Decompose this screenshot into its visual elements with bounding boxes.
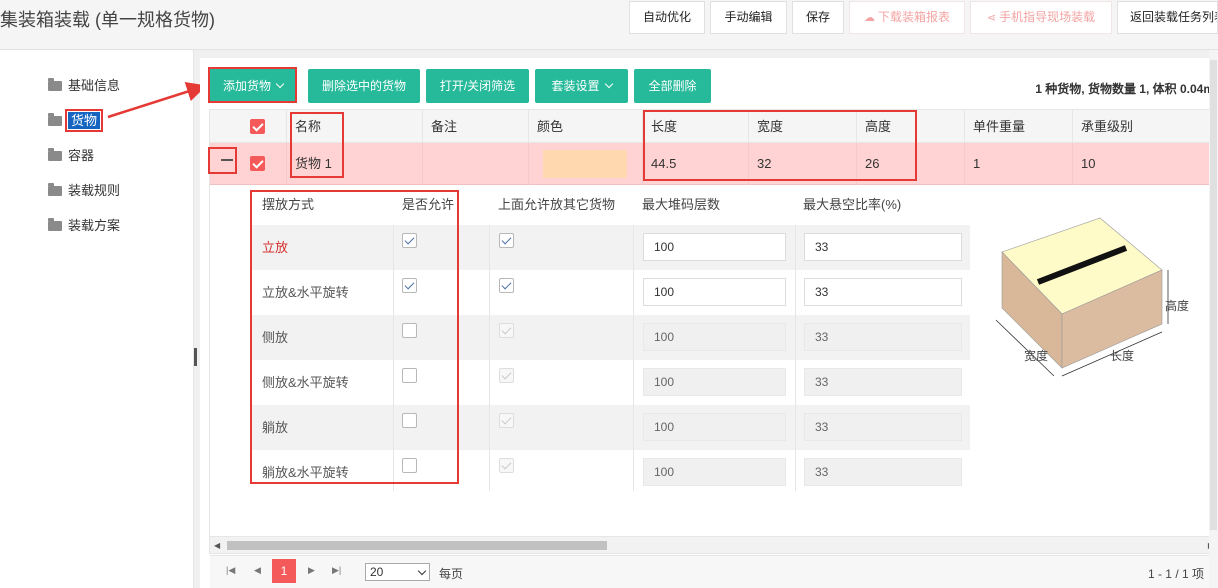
top-bar: 集装箱装载 (单一规格货物) 自动优化 手动编辑 保存 ☁ 下载装箱报表 ⋖ 手机指…	[0, 0, 1218, 50]
pager: |◀ ◀ 1 ▶ ▶| 20 每页 1 - 1 / 1 项	[210, 555, 1218, 588]
stack-on-top-checkbox[interactable]	[499, 233, 514, 248]
col-header-stack-on-top: 上面允许放其它货物	[498, 197, 616, 212]
divider	[633, 225, 634, 491]
auto-optimize-button[interactable]: 自动优化	[629, 1, 705, 34]
scrollbar-thumb[interactable]	[227, 541, 607, 550]
max-layers-input[interactable]: 100	[643, 368, 786, 396]
page-size-value: 20	[370, 565, 384, 579]
max-overhang-input[interactable]: 33	[804, 458, 962, 486]
max-layers-input[interactable]: 100	[643, 278, 786, 306]
height-label: 高度	[1165, 298, 1189, 313]
col-header-unit-weight[interactable]: 单件重量	[964, 110, 1072, 143]
page-size-select[interactable]: 20	[365, 563, 430, 581]
manual-edit-button[interactable]: 手动编辑	[710, 1, 787, 34]
back-to-task-list-button[interactable]: 返回装载任务列表	[1117, 1, 1218, 34]
chevron-down-icon	[604, 79, 613, 89]
annotation-box-name	[290, 112, 344, 178]
max-overhang-input[interactable]: 33	[804, 323, 962, 351]
scroll-left-icon[interactable]: ◀	[214, 541, 220, 550]
col-header-color[interactable]: 颜色	[528, 110, 642, 143]
share-icon: ⋖	[986, 12, 997, 24]
folder-icon	[48, 78, 62, 91]
delete-all-button[interactable]: 全部删除	[634, 69, 711, 103]
annotation-box-dimensions	[643, 110, 917, 181]
current-page-button[interactable]: 1	[272, 559, 296, 583]
sidebar-item-label: 容器	[68, 148, 95, 163]
chevron-down-icon	[417, 566, 427, 576]
folder-icon	[48, 148, 62, 161]
download-report-button[interactable]: ☁ 下载装箱报表	[849, 1, 965, 34]
stack-on-top-checkbox[interactable]	[499, 413, 514, 428]
annotation-box-add-goods	[208, 67, 297, 103]
width-label: 宽度	[1024, 348, 1048, 363]
panel-splitter[interactable]	[194, 348, 197, 366]
divider	[795, 225, 796, 491]
length-label: 长度	[1110, 348, 1134, 363]
max-layers-input[interactable]: 100	[643, 413, 786, 441]
annotation-box-placement	[250, 190, 459, 484]
prev-page-icon[interactable]: ◀	[254, 565, 261, 576]
sidebar-item-goods[interactable]: 货物	[48, 109, 104, 132]
toggle-filter-button[interactable]: 打开/关闭筛选	[426, 69, 529, 103]
kit-settings-label: 套装设置	[551, 79, 600, 93]
mobile-guide-label: 手机指导现场装载	[999, 10, 1096, 24]
max-layers-input[interactable]: 100	[643, 458, 786, 486]
folder-icon	[48, 218, 62, 231]
max-overhang-input[interactable]: 33	[804, 278, 962, 306]
stack-on-top-checkbox[interactable]	[499, 278, 514, 293]
scrollbar-thumb[interactable]	[1210, 60, 1217, 530]
next-page-icon[interactable]: ▶	[308, 565, 315, 576]
sidebar-item-container[interactable]: 容器	[48, 146, 94, 166]
delete-selected-button[interactable]: 删除选中的货物	[308, 69, 420, 103]
divider	[489, 225, 490, 491]
stack-on-top-checkbox[interactable]	[499, 458, 514, 473]
first-page-icon[interactable]: |◀	[226, 565, 235, 576]
vertical-scrollbar[interactable]	[1209, 50, 1218, 588]
save-button[interactable]: 保存	[792, 1, 844, 34]
cloud-download-icon: ☁	[863, 12, 875, 24]
col-header-max-layers: 最大堆码层数	[642, 197, 721, 212]
box-dimension-diagram: 高度 宽度 长度	[995, 217, 1189, 377]
col-header-max-overhang: 最大悬空比率(%)	[803, 197, 902, 212]
max-overhang-input[interactable]: 33	[804, 368, 962, 396]
per-page-label: 每页	[439, 567, 464, 581]
select-all-checkbox[interactable]	[250, 119, 265, 134]
max-overhang-input[interactable]: 33	[804, 233, 962, 261]
cell-unit-weight[interactable]: 1	[964, 143, 1072, 185]
mobile-guide-button[interactable]: ⋖ 手机指导现场装载	[970, 1, 1112, 34]
annotation-box-expand	[208, 147, 237, 174]
sidebar-item-label: 装载方案	[68, 218, 121, 233]
max-overhang-input[interactable]: 33	[804, 413, 962, 441]
max-layers-input[interactable]: 100	[643, 323, 786, 351]
kit-settings-button[interactable]: 套装设置	[535, 69, 628, 103]
col-header-bearing-level[interactable]: 承重级别	[1072, 110, 1217, 143]
stack-on-top-checkbox[interactable]	[499, 323, 514, 338]
pager-info: 1 - 1 / 1 项	[1147, 567, 1204, 581]
page-title: 集装箱装载 (单一规格货物)	[0, 10, 215, 30]
sidebar-item-label: 货物	[64, 109, 104, 132]
cell-remark[interactable]	[422, 143, 528, 185]
stack-on-top-checkbox[interactable]	[499, 368, 514, 383]
folder-icon	[48, 183, 62, 196]
max-layers-input[interactable]: 100	[643, 233, 786, 261]
folder-icon	[48, 113, 62, 126]
cell-color[interactable]	[528, 143, 642, 185]
download-report-label: 下载装箱报表	[877, 10, 950, 24]
row-checkbox[interactable]	[250, 156, 265, 171]
color-swatch[interactable]	[543, 150, 627, 178]
goods-summary: 1 种货物, 货物数量 1, 体积 0.04m³	[1035, 82, 1218, 96]
horizontal-scrollbar[interactable]: ◀ ▶	[210, 536, 1218, 553]
last-page-icon[interactable]: ▶|	[332, 565, 341, 576]
sidebar-item-loading-plan[interactable]: 装载方案	[48, 216, 120, 236]
col-header-remark[interactable]: 备注	[422, 110, 528, 143]
cell-bearing-level[interactable]: 10	[1072, 143, 1217, 185]
